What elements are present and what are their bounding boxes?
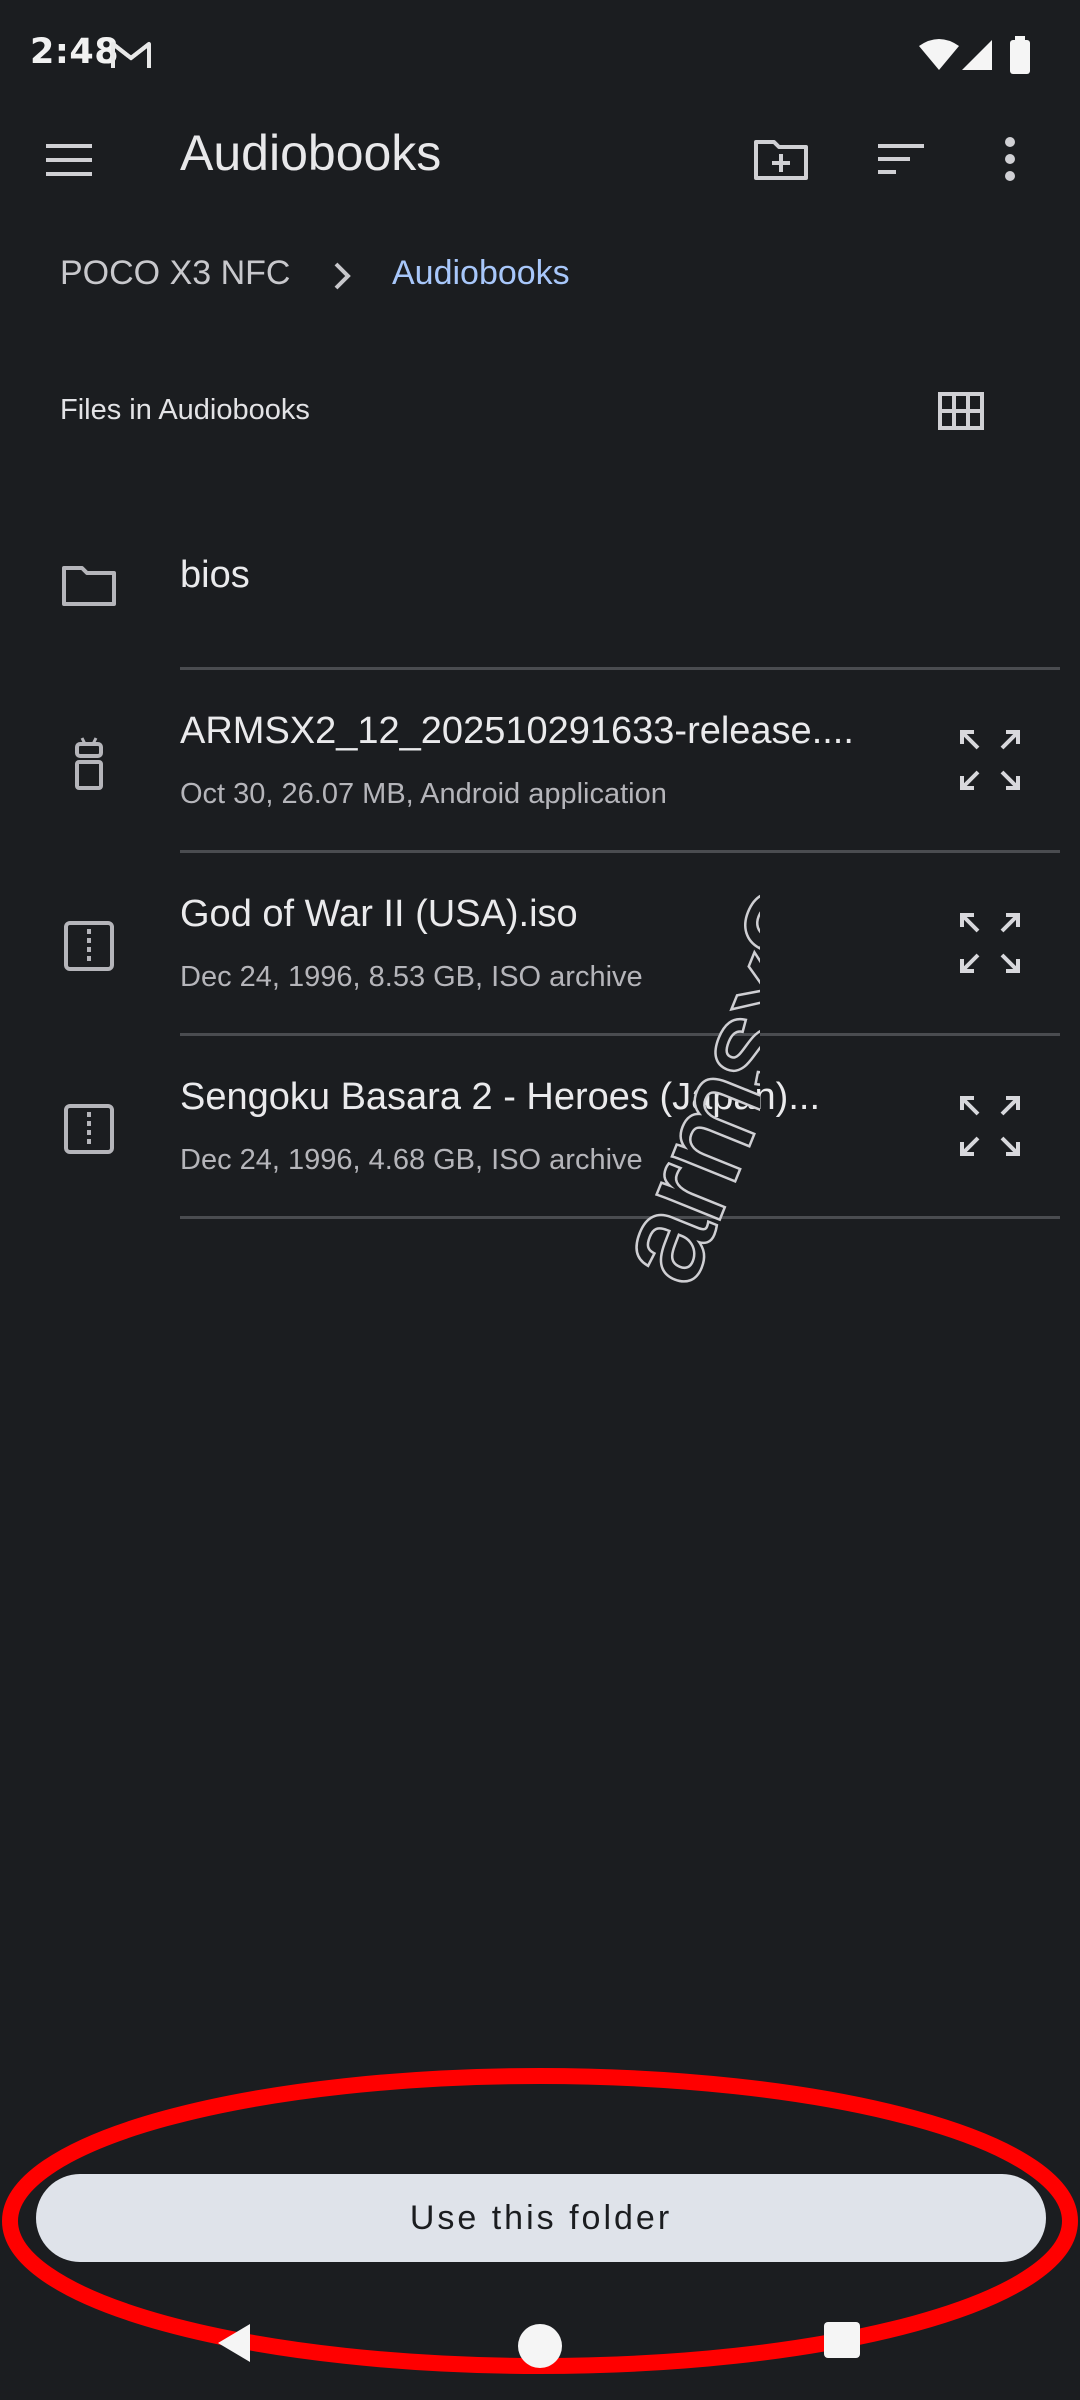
use-this-folder-button[interactable]: Use this folder [36, 2174, 1046, 2262]
list-item[interactable]: bios [0, 520, 1080, 670]
archive-icon [58, 915, 120, 977]
list-item[interactable]: God of War II (USA).iso Dec 24, 1996, 8.… [0, 873, 1080, 1033]
recents-button[interactable] [820, 2318, 864, 2362]
android-app-icon [58, 732, 120, 794]
gmail-icon [110, 38, 152, 72]
battery-icon [1008, 36, 1032, 76]
chevron-right-icon [322, 256, 362, 296]
menu-icon [46, 144, 92, 176]
home-button[interactable] [510, 2316, 570, 2376]
file-name: bios [180, 554, 250, 596]
home-icon [518, 2324, 562, 2368]
preview-button[interactable] [956, 726, 1024, 794]
back-button[interactable] [210, 2318, 260, 2368]
more-vert-icon [1005, 137, 1015, 181]
archive-icon [58, 1098, 120, 1160]
preview-button[interactable] [956, 1092, 1024, 1160]
back-icon [218, 2324, 250, 2362]
list-item[interactable]: Sengoku Basara 2 - Heroes (Japan)... Dec… [0, 1056, 1080, 1216]
preview-button[interactable] [956, 909, 1024, 977]
sort-button[interactable] [870, 128, 932, 190]
wifi-icon [918, 38, 960, 72]
section-title: Files in Audiobooks [60, 394, 310, 426]
expand-icon [960, 913, 1020, 973]
breadcrumb-current[interactable]: Audiobooks [392, 254, 570, 293]
new-folder-icon [754, 140, 808, 180]
new-folder-button[interactable] [750, 128, 812, 190]
signal-icon [960, 38, 994, 72]
list-item[interactable]: ARMSX2_12_202510291633-release.... Oct 3… [0, 690, 1080, 850]
recents-icon [824, 2322, 860, 2358]
grid-view-button[interactable] [934, 384, 988, 438]
grid-view-icon [938, 392, 984, 430]
file-name: God of War II (USA).iso [180, 893, 578, 935]
expand-icon [960, 730, 1020, 790]
more-options-button[interactable] [990, 128, 1030, 190]
menu-button[interactable] [40, 130, 100, 190]
page-title: Audiobooks [180, 125, 442, 181]
watermark-text: armsx2.org [587, 673, 760, 1300]
folder-icon [58, 554, 120, 616]
status-time: 2:48 [30, 32, 120, 72]
watermark: armsx2.org [560, 640, 950, 1340]
sort-icon [878, 144, 924, 174]
breadcrumb-root[interactable]: POCO X3 NFC [60, 254, 290, 293]
expand-icon [960, 1096, 1020, 1156]
